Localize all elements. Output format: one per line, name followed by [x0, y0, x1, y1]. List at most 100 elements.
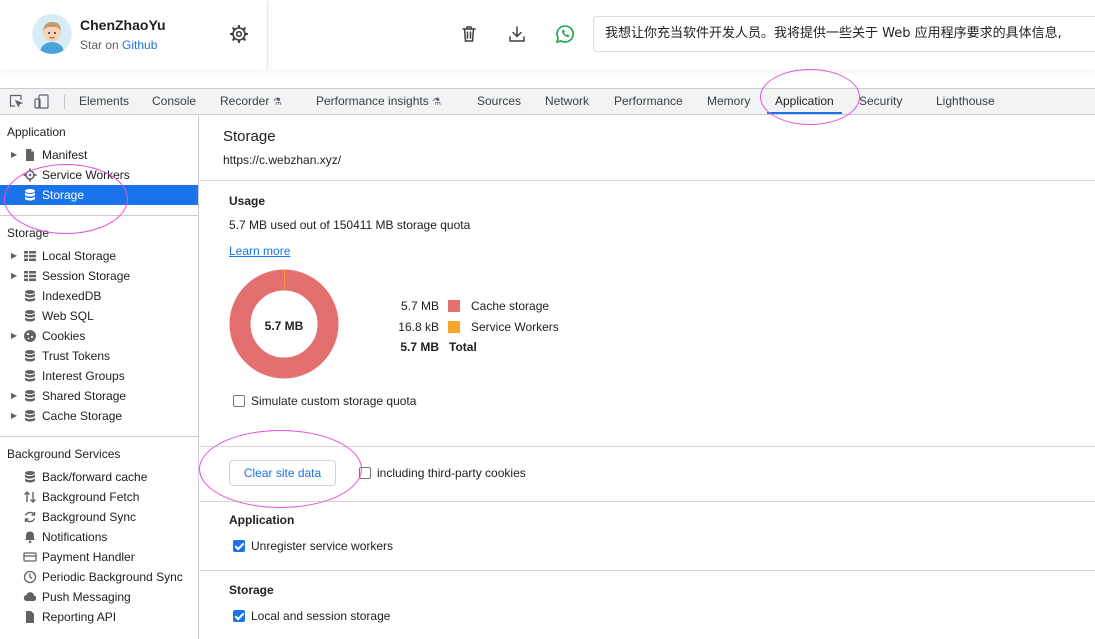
sidebar-item-manifest[interactable]: ▶ Manifest: [0, 145, 198, 165]
section-divider: [200, 180, 1095, 181]
database-icon: [23, 349, 37, 363]
sidebar-item-service-workers[interactable]: Service Workers: [0, 165, 198, 185]
tab-lighthouse[interactable]: Lighthouse: [936, 89, 995, 114]
avatar[interactable]: [32, 14, 72, 54]
tab-performance-insights[interactable]: Performance insights ⚗: [316, 89, 441, 114]
learn-more-link[interactable]: Learn more: [229, 244, 290, 258]
github-link[interactable]: Github: [122, 38, 157, 52]
tab-network[interactable]: Network: [545, 89, 589, 114]
tab-elements[interactable]: Elements: [79, 89, 129, 114]
sidebar-item-web-sql[interactable]: Web SQL: [0, 306, 198, 326]
user-name: ChenZhaoYu: [80, 17, 166, 33]
expand-arrow-icon[interactable]: ▶: [11, 246, 17, 266]
card-icon: [23, 550, 37, 564]
legend-swatch: [448, 321, 460, 333]
local-session-storage-checkbox[interactable]: [233, 610, 245, 622]
sidebar-item-reporting-api[interactable]: Reporting API: [0, 607, 198, 627]
legend-value: 16.8 kB: [398, 320, 439, 334]
cloud-icon: [23, 590, 37, 604]
star-prefix: Star on: [80, 38, 123, 52]
document-icon: [23, 148, 37, 162]
tab-sources[interactable]: Sources: [477, 89, 521, 114]
sidebar-item-background-fetch[interactable]: Background Fetch: [0, 487, 198, 507]
sidebar-item-label: Cache Storage: [42, 409, 123, 423]
sidebar-item-notifications[interactable]: Notifications: [0, 527, 198, 547]
sidebar-item-label: IndexedDB: [42, 289, 102, 303]
tab-memory[interactable]: Memory: [707, 89, 750, 114]
star-on-github: Star on Github: [80, 38, 157, 52]
whatsapp-icon[interactable]: [555, 24, 575, 44]
expand-arrow-icon[interactable]: ▶: [11, 406, 17, 426]
tab-application[interactable]: Application: [767, 89, 842, 114]
sidebar-item-trust-tokens[interactable]: Trust Tokens: [0, 346, 198, 366]
usage-summary: 5.7 MB used out of 150411 MB storage quo…: [229, 218, 471, 232]
database-icon: [23, 369, 37, 383]
sidebar-item-back-forward-cache[interactable]: Back/forward cache: [0, 467, 198, 487]
clear-site-data-button[interactable]: Clear site data: [229, 460, 336, 486]
legend-name: Total: [449, 340, 477, 354]
download-icon[interactable]: [507, 24, 527, 44]
sidebar-item-interest-groups[interactable]: Interest Groups: [0, 366, 198, 386]
database-icon: [23, 289, 37, 303]
database-icon: [23, 409, 37, 423]
devtools-tab-bar: Elements Console Recorder ⚗ Performance …: [0, 88, 1095, 115]
sidebar-item-indexeddb[interactable]: IndexedDB: [0, 286, 198, 306]
tab-performance[interactable]: Performance: [614, 89, 683, 114]
sidebar-item-label: Cookies: [42, 329, 86, 343]
sidebar-item-label: Interest Groups: [42, 369, 125, 383]
expand-arrow-icon[interactable]: ▶: [11, 266, 17, 286]
unregister-service-workers-label: Unregister service workers: [251, 539, 394, 553]
gear-icon[interactable]: [229, 24, 249, 44]
sidebar-item-push-messaging[interactable]: Push Messaging: [0, 587, 198, 607]
app-header: ChenZhaoYu Star on Github 我想让你充当软件开发人员。我…: [0, 0, 1095, 88]
device-toolbar-icon[interactable]: [34, 94, 50, 109]
grid-icon: [23, 249, 37, 263]
sidebar-item-periodic-background-sync[interactable]: Periodic Background Sync: [0, 567, 198, 587]
storage-pane: Storage https://c.webzhan.xyz/ Usage 5.7…: [200, 116, 1095, 639]
tab-recorder[interactable]: Recorder ⚗: [220, 89, 282, 114]
database-icon: [23, 470, 37, 484]
database-icon: [23, 309, 37, 323]
sidebar-item-local-storage[interactable]: ▶ Local Storage: [0, 246, 198, 266]
expand-arrow-icon[interactable]: ▶: [11, 326, 17, 346]
expand-arrow-icon[interactable]: ▶: [11, 386, 17, 406]
sidebar-item-cache-storage[interactable]: ▶ Cache Storage: [0, 406, 198, 426]
sidebar-item-storage[interactable]: Storage: [0, 185, 198, 205]
sidebar-item-label: Reporting API: [42, 610, 117, 624]
usage-heading: Usage: [229, 194, 266, 208]
arrows-icon: [23, 490, 37, 504]
legend-name: Service Workers: [471, 320, 559, 334]
sidebar-item-label: Local Storage: [42, 249, 117, 263]
legend-name: Cache storage: [471, 299, 550, 313]
sidebar-item-label: Shared Storage: [42, 389, 127, 403]
sidebar-item-payment-handler[interactable]: Payment Handler: [0, 547, 198, 567]
sidebar-section-background-services: Background Services: [7, 447, 121, 461]
clock-icon: [23, 570, 37, 584]
database-icon: [23, 389, 37, 403]
expand-arrow-icon[interactable]: ▶: [11, 145, 17, 165]
sidebar-item-cookies[interactable]: ▶ Cookies: [0, 326, 198, 346]
storage-heading: Storage: [229, 583, 274, 597]
sidebar-item-label: Web SQL: [42, 309, 94, 323]
third-party-cookies-checkbox[interactable]: [359, 467, 371, 479]
simulate-quota-checkbox[interactable]: [233, 395, 245, 407]
legend-swatch: [448, 300, 460, 312]
sidebar-item-session-storage[interactable]: ▶ Session Storage: [0, 266, 198, 286]
page-title: Storage: [223, 128, 276, 145]
section-divider: [200, 446, 1095, 447]
application-heading: Application: [229, 513, 295, 527]
sidebar-item-label: Push Messaging: [42, 590, 131, 604]
sidebar-item-shared-storage[interactable]: ▶ Shared Storage: [0, 386, 198, 406]
unregister-service-workers-checkbox[interactable]: [233, 540, 245, 552]
inspect-element-icon[interactable]: [9, 94, 24, 108]
sidebar-item-background-sync[interactable]: Background Sync: [0, 507, 198, 527]
sidebar-item-label: Payment Handler: [42, 550, 135, 564]
database-icon: [23, 188, 37, 202]
profile-card: ChenZhaoYu Star on Github: [0, 0, 268, 70]
sidebar-divider: [0, 436, 198, 437]
tab-console[interactable]: Console: [152, 89, 196, 114]
section-divider: [200, 570, 1095, 571]
tab-security[interactable]: Security: [859, 89, 902, 114]
prompt-input[interactable]: 我想让你充当软件开发人员。我将提供一些关于 Web 应用程序要求的具体信息,: [593, 16, 1095, 52]
trash-icon[interactable]: [459, 24, 479, 44]
